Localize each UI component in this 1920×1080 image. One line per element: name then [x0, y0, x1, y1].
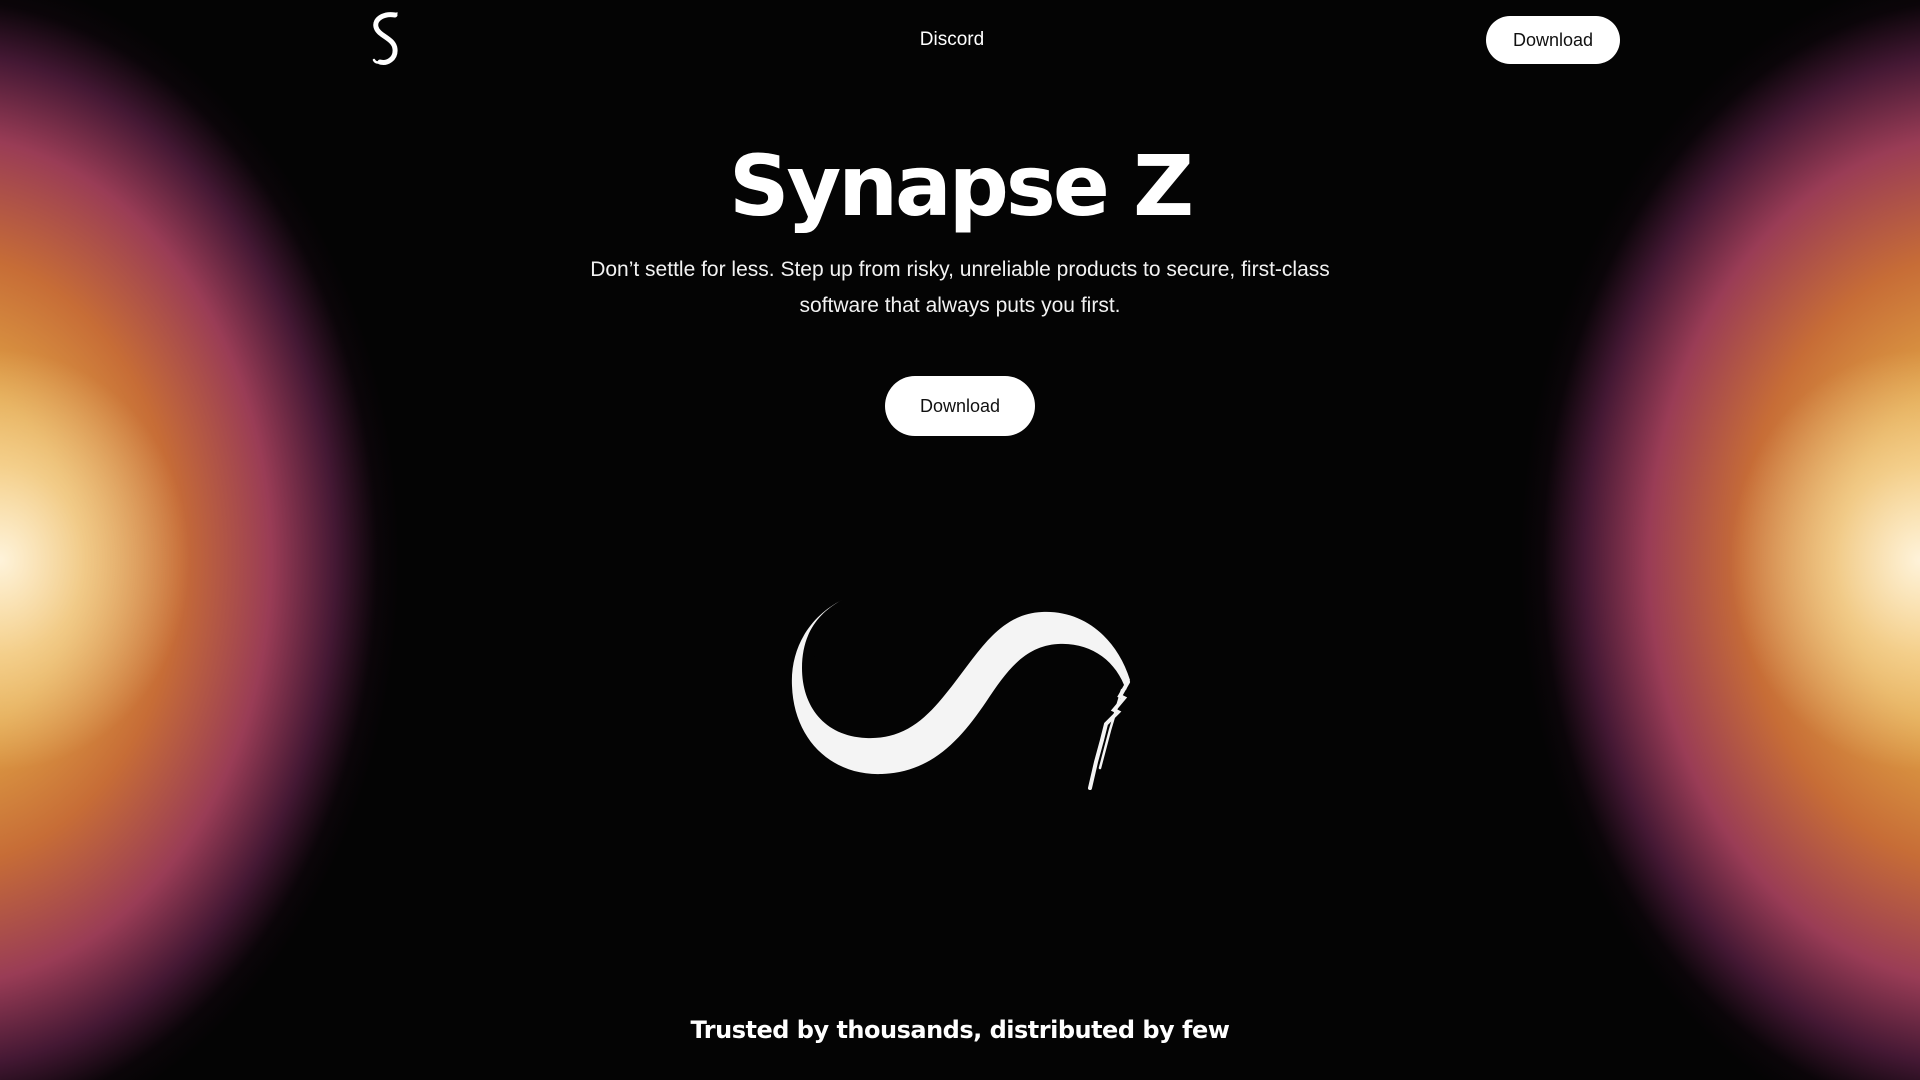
- nav-download-button[interactable]: Download: [1486, 16, 1620, 64]
- synapse-brush-stroke-icon: [791, 600, 1130, 790]
- top-navbar: Discord Download: [0, 0, 1920, 80]
- trusted-heading: Trusted by thousands, distributed by few: [690, 1016, 1230, 1044]
- hero-subtitle: Don’t settle for less. Step up from risk…: [590, 258, 1330, 317]
- hero-download-button[interactable]: Download: [885, 376, 1035, 436]
- hero-title: Synapse Z: [729, 137, 1194, 235]
- discord-link[interactable]: Discord: [900, 28, 1004, 52]
- synapse-logo-icon[interactable]: [368, 12, 404, 68]
